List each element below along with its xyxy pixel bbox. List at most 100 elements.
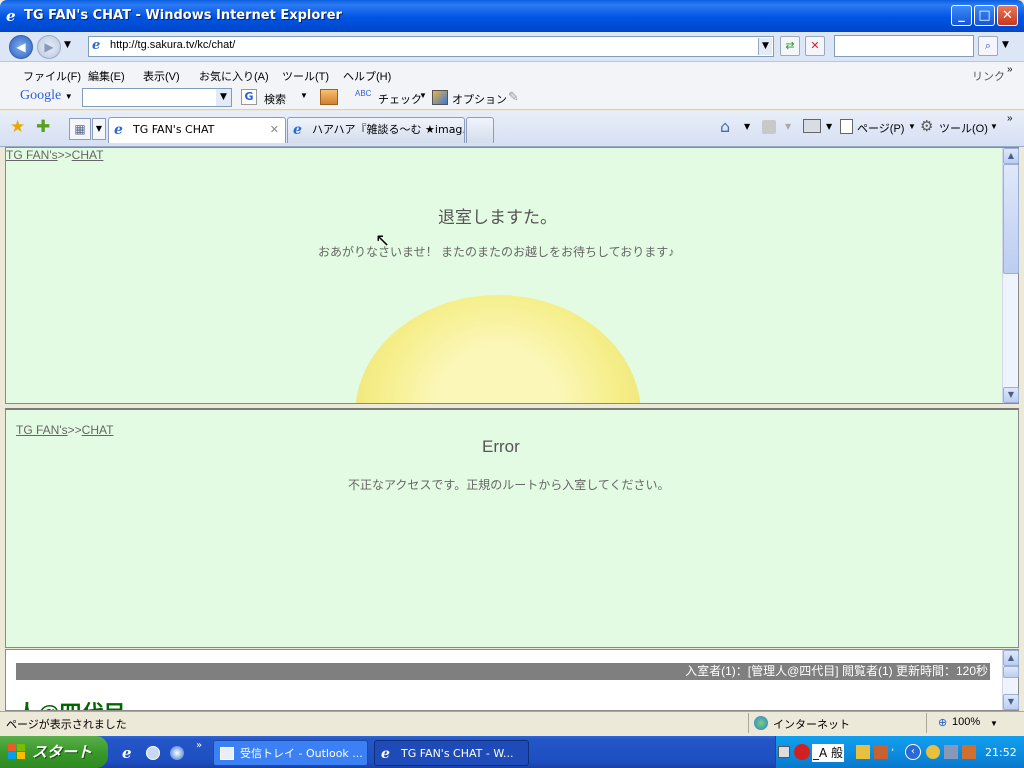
show-hidden-icons-icon[interactable]: ‹ bbox=[905, 744, 921, 760]
maximize-button[interactable]: □ bbox=[974, 5, 995, 26]
minimize-button[interactable]: _ bbox=[951, 5, 972, 26]
toolbar-chevron-icon[interactable]: » bbox=[1007, 113, 1013, 124]
ie-tab-icon: e bbox=[114, 122, 123, 138]
status-divider bbox=[926, 713, 927, 733]
status-bar bbox=[0, 711, 1024, 735]
taskbar-ie-chat-label: TG FAN's CHAT - W... bbox=[401, 747, 514, 760]
forward-button[interactable]: ▶ bbox=[37, 35, 61, 59]
close-button[interactable]: ✕ bbox=[997, 5, 1018, 26]
scroll-thumb[interactable] bbox=[1003, 666, 1019, 678]
frame-room-info: ▲ ▼ bbox=[5, 649, 1019, 711]
outlook-quicklaunch-icon[interactable] bbox=[146, 746, 160, 760]
feeds-dropdown-icon[interactable]: ▼ bbox=[785, 122, 791, 131]
keyboard-icon[interactable] bbox=[778, 746, 790, 758]
spellcheck-button[interactable]: チェック bbox=[378, 91, 422, 107]
search-icon[interactable]: ⌕ bbox=[978, 36, 998, 56]
crumb-chat-link[interactable]: CHAT bbox=[72, 148, 104, 162]
menu-file[interactable]: ファイル(F) bbox=[23, 68, 81, 84]
exit-heading: 退室しますた。 bbox=[438, 208, 557, 227]
window-title: TG FAN's CHAT - Windows Internet Explore… bbox=[24, 8, 342, 23]
menu-view[interactable]: 表示(V) bbox=[143, 68, 180, 84]
bookmark-icon[interactable] bbox=[320, 89, 338, 105]
google-search-button[interactable]: 検索 bbox=[264, 91, 286, 107]
menu-help[interactable]: ヘルプ(H) bbox=[343, 68, 391, 84]
tray-app-icon[interactable] bbox=[874, 745, 888, 759]
scroll-up-icon[interactable]: ▲ bbox=[1003, 650, 1019, 666]
tab-chat[interactable]: e TG FAN's CHAT ✕ bbox=[108, 117, 286, 143]
google-search-input[interactable] bbox=[82, 88, 232, 107]
menu-favorites[interactable]: お気に入り(A) bbox=[199, 68, 269, 84]
room-info-bar: 入室者(1)：[管理人@四代目] 閲覧者(1) 更新時間：120秒 bbox=[16, 663, 990, 680]
zoom-icon: ⊕ bbox=[938, 717, 948, 729]
tab-close-icon[interactable]: ✕ bbox=[270, 118, 279, 142]
quicklaunch-chevron-icon[interactable]: » bbox=[196, 740, 202, 751]
taskbar-ie-chat[interactable]: e TG FAN's CHAT - W... bbox=[374, 740, 529, 766]
tray-app-icon[interactable] bbox=[944, 745, 958, 759]
stop-icon[interactable]: ✕ bbox=[805, 36, 825, 56]
pencil-icon[interactable]: ✎ bbox=[508, 89, 519, 105]
tab-list-dropdown-icon[interactable]: ▼ bbox=[92, 118, 106, 140]
scroll-up-icon[interactable]: ▲ bbox=[1003, 148, 1019, 164]
frame3-scrollbar[interactable]: ▲ ▼ bbox=[1002, 650, 1019, 710]
refresh-icon[interactable]: ⇄ bbox=[780, 36, 800, 56]
clock[interactable]: 21:52 bbox=[985, 746, 1017, 759]
google-search-dropdown-icon[interactable]: ▼ bbox=[300, 91, 308, 100]
tray-app-icon[interactable] bbox=[856, 745, 870, 759]
ie-quicklaunch-icon[interactable]: e bbox=[122, 744, 132, 762]
new-tab-button[interactable] bbox=[466, 117, 494, 143]
network-icon[interactable] bbox=[926, 745, 940, 759]
breadcrumb: TG FAN's>>CHAT bbox=[16, 423, 113, 437]
menu-edit[interactable]: 編集(E) bbox=[88, 68, 125, 84]
print-icon[interactable] bbox=[803, 119, 821, 133]
quick-tabs-icon[interactable]: ▦ bbox=[69, 118, 91, 140]
search-input[interactable] bbox=[834, 35, 974, 57]
address-dropdown-icon[interactable]: ▼ bbox=[758, 38, 772, 55]
scroll-down-icon[interactable]: ▼ bbox=[1003, 694, 1019, 710]
antivirus-icon[interactable] bbox=[794, 744, 810, 760]
google-logo-text: Google bbox=[20, 88, 62, 103]
tools-dropdown-icon[interactable]: ▼ bbox=[990, 122, 998, 131]
chevron-right-icon[interactable]: » bbox=[1007, 64, 1013, 75]
gear-icon: ⚙ bbox=[920, 118, 934, 135]
page-menu-button[interactable]: ページ(P) bbox=[857, 120, 904, 136]
address-url[interactable]: http://tg.sakura.tv/kc/chat/ bbox=[110, 39, 235, 51]
google-g-icon[interactable]: G bbox=[241, 89, 257, 105]
google-logo[interactable]: Google ▼ bbox=[20, 88, 73, 104]
tray-app-icon[interactable] bbox=[962, 745, 976, 759]
menu-tools[interactable]: ツール(T) bbox=[282, 68, 329, 84]
crumb-site-link[interactable]: TG FAN's bbox=[16, 423, 68, 437]
ime-indicator[interactable]: _A 般 bbox=[812, 744, 845, 762]
favorites-star-icon[interactable]: ★ bbox=[10, 117, 25, 137]
zoom-level[interactable]: 100% bbox=[952, 716, 980, 728]
print-dropdown-icon[interactable]: ▼ bbox=[826, 122, 832, 131]
history-dropdown-icon[interactable]: ▼ bbox=[64, 40, 71, 50]
tray-separator: , bbox=[891, 742, 895, 753]
zoom-dropdown-icon[interactable]: ▼ bbox=[990, 719, 998, 728]
google-dropdown-icon[interactable]: ▼ bbox=[216, 89, 231, 106]
search-options-icon[interactable]: ▼ bbox=[1002, 40, 1009, 50]
frame1-scrollbar[interactable]: ▲ ▼ bbox=[1002, 148, 1019, 403]
mouse-cursor-icon: ↖ bbox=[375, 230, 391, 251]
taskbar-outlook[interactable]: 受信トレイ - Outlook ... bbox=[213, 740, 368, 766]
feeds-icon[interactable] bbox=[762, 120, 776, 134]
add-favorite-icon[interactable]: ✚ bbox=[36, 117, 50, 137]
scroll-thumb[interactable] bbox=[1003, 164, 1019, 274]
back-button[interactable]: ◀ bbox=[9, 35, 33, 59]
title-bar[interactable]: e TG FAN's CHAT - Windows Internet Explo… bbox=[0, 0, 1024, 32]
spellcheck-dropdown-icon[interactable]: ▼ bbox=[419, 91, 427, 100]
scroll-down-icon[interactable]: ▼ bbox=[1003, 387, 1019, 403]
links-label[interactable]: リンク bbox=[972, 68, 1005, 84]
spellcheck-icon[interactable]: ABC bbox=[355, 89, 371, 98]
page-dropdown-icon[interactable]: ▼ bbox=[908, 122, 916, 131]
media-quicklaunch-icon[interactable] bbox=[170, 746, 184, 760]
options-button[interactable]: オプション bbox=[452, 91, 507, 107]
ie-icon: e bbox=[381, 746, 390, 762]
ie-tab-icon: e bbox=[293, 122, 302, 138]
home-dropdown-icon[interactable]: ▼ bbox=[744, 122, 750, 131]
home-icon[interactable]: ⌂ bbox=[720, 117, 730, 136]
crumb-chat-link[interactable]: CHAT bbox=[82, 423, 114, 437]
tools-menu-button[interactable]: ツール(O) bbox=[939, 120, 988, 136]
tab-zatsudan[interactable]: e ハアハア『雑談る〜む ★imag... bbox=[287, 117, 465, 143]
crumb-site-link[interactable]: TG FAN's bbox=[6, 148, 58, 162]
crumb-separator: >> bbox=[67, 423, 82, 437]
